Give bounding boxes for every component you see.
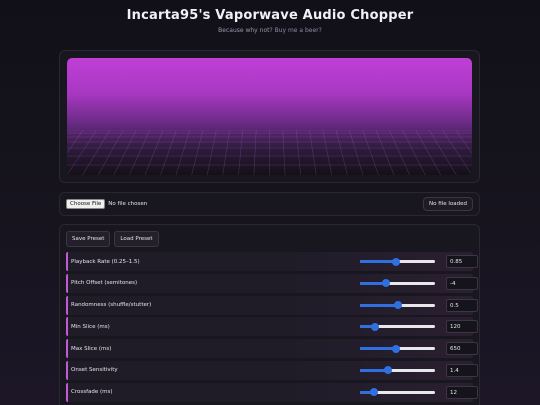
control-slider[interactable] <box>360 388 435 397</box>
control-value-input[interactable]: 12 <box>446 385 478 399</box>
control-value-input[interactable]: -4 <box>446 276 478 290</box>
save-preset-button[interactable]: Save Preset <box>66 231 111 247</box>
slider-thumb[interactable] <box>392 344 400 353</box>
subtitle-text: Because why not? <box>218 27 273 34</box>
controls-list: Playback Rate (0.25–1.5) 0.85 Pitch Offset… <box>66 252 478 402</box>
control-slider[interactable] <box>360 257 435 266</box>
slider-thumb[interactable] <box>392 257 400 266</box>
control-value-input[interactable]: 0.85 <box>446 255 478 268</box>
control-value-input[interactable]: 0.5 <box>446 298 478 312</box>
subtitle: Because why not? Buy me a beer? <box>0 27 540 34</box>
control-row: Max Slice (ms) 650 <box>66 339 478 359</box>
file-chosen-text: No file chosen <box>108 201 148 207</box>
file-input[interactable]: Choose File No file chosen <box>66 199 147 209</box>
control-slider[interactable] <box>360 344 435 353</box>
control-slider[interactable] <box>360 301 435 310</box>
slider-fill <box>360 260 396 263</box>
control-row: Onset Sensitivity 1.4 <box>66 360 478 380</box>
preset-toolbar: Save Preset Load Preset <box>66 231 473 247</box>
choose-file-button[interactable]: Choose File <box>66 199 106 209</box>
slider-fill <box>360 347 396 351</box>
control-slider[interactable] <box>360 279 435 288</box>
load-preset-button[interactable]: Load Preset <box>114 231 159 247</box>
header: Incarta95's Vaporwave Audio Chopper Beca… <box>0 0 540 34</box>
control-row: Crossfade (ms) 12 <box>66 382 478 402</box>
slider-thumb[interactable] <box>371 322 379 331</box>
control-row: Randomness (shuffle/stutter) 0.5 <box>66 295 478 315</box>
file-status-badge: No file loaded <box>423 197 473 211</box>
perspective-grid <box>67 130 472 175</box>
slider-thumb[interactable] <box>369 388 378 397</box>
buy-beer-link[interactable]: Buy me a beer? <box>275 27 322 34</box>
slider-fill <box>360 303 398 307</box>
control-row: Pitch Offset (semitones) -4 <box>66 273 478 293</box>
slider-thumb[interactable] <box>393 301 402 310</box>
control-row: Min Slice (ms) 120 <box>66 317 478 337</box>
control-value-input[interactable]: 120 <box>446 320 478 334</box>
control-slider[interactable] <box>360 322 435 331</box>
control-row: Playback Rate (0.25–1.5) 0.85 <box>66 252 478 271</box>
visualizer-canvas <box>67 58 472 175</box>
app-title: Incarta95's Vaporwave Audio Chopper <box>126 8 414 23</box>
controls-card: Save Preset Load Preset Playback Rate (0… <box>59 224 480 405</box>
control-value-input[interactable]: 1.4 <box>446 363 478 377</box>
control-slider[interactable] <box>360 366 435 375</box>
file-card: Choose File No file chosen No file loade… <box>59 192 480 216</box>
control-value-input[interactable]: 650 <box>446 342 478 356</box>
visualizer-card <box>59 50 480 183</box>
